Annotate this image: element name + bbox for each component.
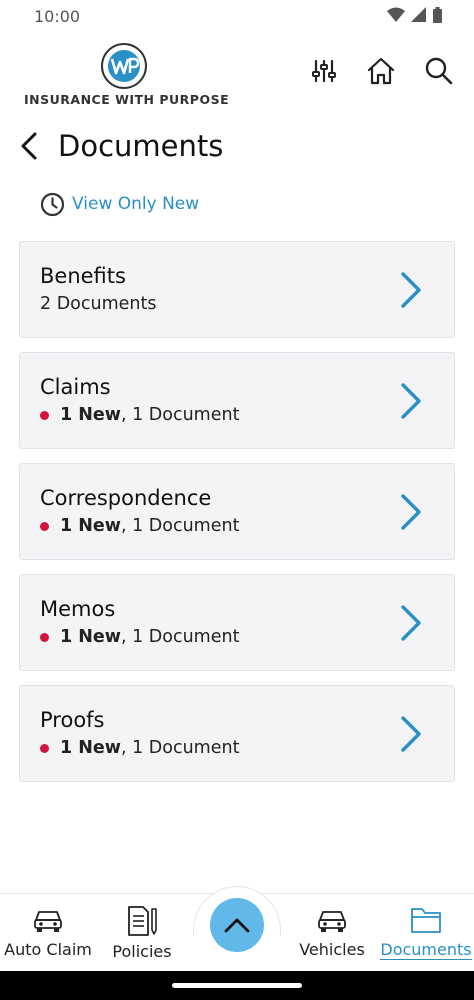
new-count: 1 New <box>60 627 121 647</box>
chevron-right-icon <box>401 272 421 308</box>
category-title: Proofs <box>40 708 105 732</box>
nav-item-policies[interactable]: Policies <box>106 906 178 966</box>
page-title-row: Documents <box>18 124 223 168</box>
document-count: , 1 Document <box>120 405 240 425</box>
chevron-right-icon <box>401 605 421 641</box>
document-count: , 1 Document <box>120 738 240 758</box>
document-count: , 1 Document <box>120 627 240 647</box>
new-indicator-dot <box>40 743 49 753</box>
home-gesture-pill[interactable] <box>172 983 302 988</box>
car-icon <box>318 911 346 932</box>
company-logo[interactable]: INSURANCE WITH PURPOSE <box>24 42 230 108</box>
logo-text: INSURANCE WITH PURPOSE <box>24 92 230 107</box>
chevron-right-icon <box>401 383 421 419</box>
document-category-claims[interactable]: Claims 1 New , 1 Document <box>19 352 455 449</box>
document-category-memos[interactable]: Memos 1 New , 1 Document <box>19 574 455 671</box>
nav-label: Auto Claim <box>4 940 92 959</box>
nav-label: Vehicles <box>299 940 365 959</box>
page-title: Documents <box>58 129 224 163</box>
logo-mark-icon <box>101 43 147 89</box>
document-count: , 1 Document <box>120 516 240 536</box>
new-indicator-dot <box>40 521 49 531</box>
home-button[interactable] <box>364 54 398 88</box>
document-category-correspondence[interactable]: Correspondence 1 New , 1 Document <box>19 463 455 560</box>
car-icon <box>34 911 62 932</box>
new-indicator-dot <box>40 632 49 642</box>
filter-sliders-icon <box>312 59 336 83</box>
category-subtitle: 1 New , 1 Document <box>40 627 239 647</box>
new-indicator-dot <box>40 410 49 420</box>
new-count: 1 New <box>60 405 121 425</box>
search-button[interactable] <box>422 54 456 88</box>
chevron-left-icon <box>21 132 37 160</box>
system-navigation-bar <box>0 971 474 1000</box>
back-button[interactable] <box>18 124 52 168</box>
app-header: INSURANCE WITH PURPOSE <box>0 38 474 110</box>
status-icons <box>387 7 442 23</box>
view-only-new-label: View Only New <box>72 194 200 214</box>
bottom-navigation: Auto Claim Policies Vehicles Documents <box>0 886 474 971</box>
status-bar: 10:00 <box>0 0 474 32</box>
nav-label: Documents <box>380 940 472 960</box>
nav-item-documents[interactable]: Documents <box>380 906 472 966</box>
filter-button[interactable] <box>307 54 341 88</box>
document-count: 2 Documents <box>40 294 157 314</box>
chevron-up-icon <box>224 918 250 933</box>
category-title: Correspondence <box>40 486 212 510</box>
clock-icon <box>40 192 65 216</box>
category-title: Claims <box>40 375 111 399</box>
expand-menu-button[interactable] <box>210 898 264 952</box>
nav-item-vehicles[interactable]: Vehicles <box>296 906 368 966</box>
document-category-proofs[interactable]: Proofs 1 New , 1 Document <box>19 685 455 782</box>
document-category-list: Benefits 2 Documents Claims 1 New , 1 Do… <box>19 241 455 796</box>
wifi-icon <box>387 7 405 22</box>
category-title: Memos <box>40 597 116 621</box>
chevron-right-icon <box>401 494 421 530</box>
battery-icon <box>433 7 442 23</box>
search-icon <box>425 57 453 85</box>
category-title: Benefits <box>40 264 126 288</box>
category-subtitle: 1 New , 1 Document <box>40 405 239 425</box>
document-category-benefits[interactable]: Benefits 2 Documents <box>19 241 455 338</box>
category-subtitle: 1 New , 1 Document <box>40 738 239 758</box>
policy-document-icon <box>128 906 157 936</box>
status-time: 10:00 <box>34 7 81 26</box>
home-icon <box>367 57 395 85</box>
folder-icon <box>411 908 441 933</box>
nav-label: Policies <box>112 942 172 961</box>
new-count: 1 New <box>60 516 121 536</box>
category-subtitle: 2 Documents <box>40 294 156 314</box>
view-only-new-button[interactable]: View Only New <box>40 190 199 218</box>
category-subtitle: 1 New , 1 Document <box>40 516 239 536</box>
new-count: 1 New <box>60 738 121 758</box>
chevron-right-icon <box>401 716 421 752</box>
nav-item-auto-claim[interactable]: Auto Claim <box>4 906 92 966</box>
signal-icon <box>411 7 426 22</box>
